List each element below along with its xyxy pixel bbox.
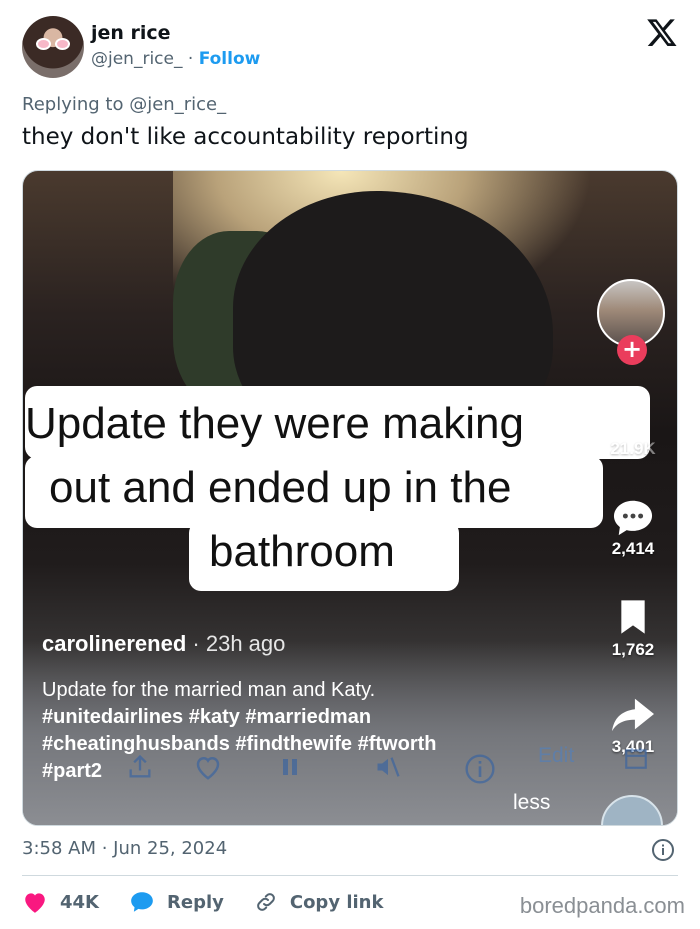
follow-button[interactable]: Follow [199,49,261,69]
less-toggle: less [513,791,551,814]
handle-separator: · [187,49,194,69]
plus-icon: + [617,335,647,365]
edit-label: Edit [538,744,575,767]
mute-icon [377,757,400,777]
calendar-icon [625,748,647,769]
tiktok-time: 23h ago [205,631,286,656]
tweet-text: they don't like accountability reporting [22,124,469,150]
video-caption-line: bathroom [209,527,395,576]
author-avatar[interactable] [22,16,84,78]
reply-button[interactable]: Reply [129,890,224,914]
video-caption-line: out and ended up in the [49,463,512,512]
bookmark-icon [621,600,645,634]
replying-prefix: Replying to [22,94,124,115]
description-text: Update for the married man and Katy. [42,679,376,701]
heart-outline-icon [196,756,220,780]
like-button[interactable]: 44K [22,890,99,914]
tiktok-username-row: carolinerened · 23h ago [42,631,285,657]
author-handle-row: @jen_rice_ · Follow [91,49,260,69]
comment-icon [613,500,653,536]
sunglasses-graphic [36,38,70,50]
save-count: 1,762 [611,640,655,659]
share-arrow-icon [612,698,654,732]
tiktok-dot: · [192,631,200,656]
video-caption-line: Update they were making [25,399,524,448]
info-circle-icon [465,754,495,784]
heart-filled-icon [25,893,45,913]
copy-link-label: Copy link [289,891,384,913]
tweet-actions: 44K Reply Copy link [22,887,413,917]
tweet-media-image[interactable]: Update they were making out and ended up… [22,170,678,826]
reply-label: Reply [167,891,224,913]
upload-icon [129,754,151,778]
reply-mention-link[interactable]: @jen_rice_ [129,94,226,115]
heart-icon [616,402,650,436]
hashtags: #unitedairlines #katy #marriedman [42,706,372,728]
link-icon [256,893,275,911]
like-count-label: 44K [60,891,99,913]
replying-to: Replying to @jen_rice_ [22,94,226,115]
comment-count: 2,414 [611,539,655,558]
watermark: boredpanda.com [519,893,685,918]
x-logo-icon[interactable] [646,16,678,48]
tiktok-username: carolinerened [42,631,187,656]
author-handle[interactable]: @jen_rice_ [91,49,182,69]
like-count: 21.9K [610,439,656,458]
divider [22,875,678,876]
author-name[interactable]: jen rice [91,22,171,44]
reply-bubble-icon [131,892,153,912]
copy-link-button[interactable]: Copy link [254,890,384,914]
tiktok-like: 21.9K [601,397,665,459]
tiktok-save: 1,762 [601,596,665,660]
pause-icon [283,759,297,775]
tiktok-comment: 2,414 [601,497,665,559]
info-icon[interactable] [651,838,675,862]
tweet-timestamp[interactable]: 3:58 AM · Jun 25, 2024 [22,838,227,859]
